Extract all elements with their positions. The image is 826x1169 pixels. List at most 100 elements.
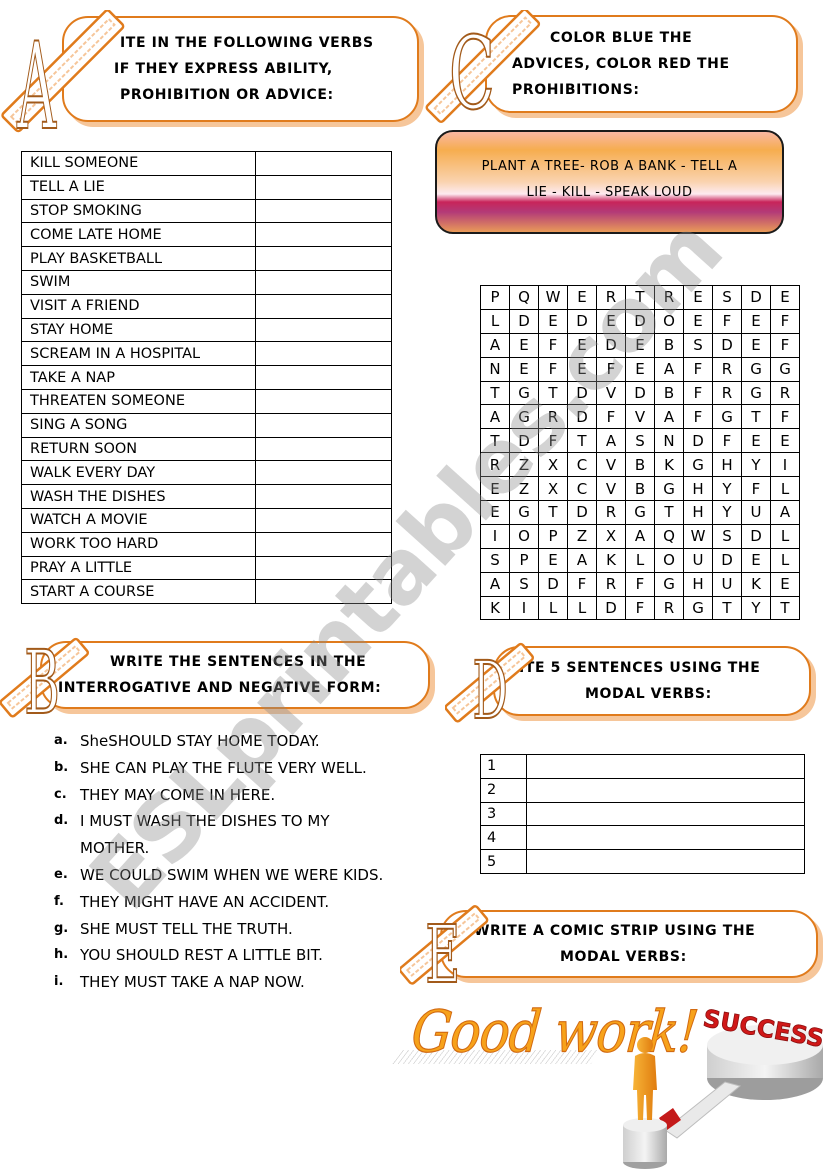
word-search-cell[interactable]: B (625, 476, 655, 502)
word-search-cell[interactable]: A (654, 356, 684, 382)
word-search-cell[interactable]: R (712, 356, 742, 382)
word-search-cell[interactable]: D (712, 547, 742, 573)
word-search-cell[interactable]: U (741, 500, 771, 525)
word-search-cell[interactable]: U (712, 571, 742, 597)
word-search-cell[interactable]: D (596, 595, 626, 621)
word-search-cell[interactable]: G (712, 404, 742, 430)
word-search-cell[interactable]: F (625, 571, 655, 597)
word-search-cell[interactable]: F (567, 571, 597, 597)
word-search-cell[interactable]: G (509, 500, 539, 525)
word-search-cell[interactable]: V (596, 380, 626, 406)
word-search-cell[interactable]: E (741, 308, 771, 334)
word-search-cell[interactable]: R (596, 500, 626, 525)
answer-cell[interactable] (254, 341, 393, 367)
word-search-cell[interactable]: E (741, 428, 771, 454)
word-search-cell[interactable]: G (625, 500, 655, 525)
word-search-cell[interactable]: U (683, 547, 713, 573)
word-search-cell[interactable]: T (654, 500, 684, 525)
word-search-cell[interactable]: Z (509, 452, 539, 478)
word-search-cell[interactable]: Y (741, 595, 771, 621)
word-search-cell[interactable]: D (567, 308, 597, 334)
word-search-cell[interactable]: D (567, 500, 597, 525)
word-search-cell[interactable]: L (770, 476, 800, 502)
answer-cell[interactable] (254, 555, 393, 581)
word-search-cell[interactable]: D (596, 332, 626, 358)
sentence-answer-cell[interactable] (526, 777, 805, 803)
word-search-cell[interactable]: E (683, 285, 713, 310)
word-search-cell[interactable]: F (770, 404, 800, 430)
word-search-cell[interactable]: T (770, 595, 800, 621)
word-search-cell[interactable]: E (770, 571, 800, 597)
word-search-cell[interactable]: E (567, 332, 597, 358)
word-search-cell[interactable]: A (596, 428, 626, 454)
word-search-cell[interactable]: S (625, 428, 655, 454)
word-search-cell[interactable]: A (480, 332, 510, 358)
word-search-cell[interactable]: E (770, 285, 800, 310)
word-search-cell[interactable]: T (625, 285, 655, 310)
word-search-cell[interactable]: W (538, 285, 568, 310)
word-search-cell[interactable]: T (741, 404, 771, 430)
sentence-answer-cell[interactable] (526, 825, 805, 851)
sentence-answer-cell[interactable] (526, 801, 805, 827)
word-search-cell[interactable]: B (625, 452, 655, 478)
answer-cell[interactable] (254, 151, 393, 176)
word-search-cell[interactable]: W (683, 523, 713, 549)
word-search-cell[interactable]: A (567, 547, 597, 573)
word-search-cell[interactable]: R (596, 285, 626, 310)
word-search-cell[interactable]: G (509, 404, 539, 430)
word-search-cell[interactable]: R (480, 452, 510, 478)
word-search-cell[interactable]: Z (567, 523, 597, 549)
word-search-cell[interactable]: F (683, 380, 713, 406)
word-search-cell[interactable]: L (625, 547, 655, 573)
word-search-cell[interactable]: D (741, 523, 771, 549)
word-search-cell[interactable]: Y (712, 476, 742, 502)
word-search-cell[interactable]: R (770, 380, 800, 406)
word-search-cell[interactable]: E (596, 308, 626, 334)
word-search-cell[interactable]: G (683, 595, 713, 621)
word-search-cell[interactable]: Z (509, 476, 539, 502)
answer-cell[interactable] (254, 579, 393, 605)
sentence-answer-cell[interactable] (526, 754, 805, 779)
word-search-cell[interactable]: R (654, 285, 684, 310)
answer-cell[interactable] (254, 460, 393, 486)
word-search-cell[interactable]: H (683, 571, 713, 597)
word-search-cell[interactable]: S (480, 547, 510, 573)
word-search-cell[interactable]: D (509, 308, 539, 334)
word-search-cell[interactable]: G (770, 356, 800, 382)
word-search-cell[interactable]: B (654, 380, 684, 406)
word-search-cell[interactable]: R (712, 380, 742, 406)
answer-cell[interactable] (254, 174, 393, 200)
word-search-cell[interactable]: E (683, 308, 713, 334)
word-search-cell[interactable]: D (625, 308, 655, 334)
word-search-cell[interactable]: A (480, 404, 510, 430)
word-search-cell[interactable]: I (770, 452, 800, 478)
answer-cell[interactable] (254, 531, 393, 557)
word-search-cell[interactable]: Y (712, 500, 742, 525)
word-search-cell[interactable]: E (567, 356, 597, 382)
word-search-cell[interactable]: E (509, 356, 539, 382)
word-search-cell[interactable]: F (538, 428, 568, 454)
word-search-cell[interactable]: G (741, 356, 771, 382)
word-search-cell[interactable]: D (625, 380, 655, 406)
word-search-cell[interactable]: N (654, 428, 684, 454)
word-search-cell[interactable]: F (625, 595, 655, 621)
word-search-cell[interactable]: T (480, 380, 510, 406)
answer-cell[interactable] (254, 507, 393, 533)
answer-cell[interactable] (254, 198, 393, 224)
word-search-cell[interactable]: R (654, 595, 684, 621)
word-search-cell[interactable]: G (683, 452, 713, 478)
word-search-cell[interactable]: Q (654, 523, 684, 549)
word-search-cell[interactable]: F (683, 356, 713, 382)
word-search-cell[interactable]: F (712, 428, 742, 454)
word-search-cell[interactable]: L (538, 595, 568, 621)
word-search-cell[interactable]: D (712, 332, 742, 358)
word-search-cell[interactable]: A (654, 404, 684, 430)
word-search-cell[interactable]: P (538, 523, 568, 549)
word-search-cell[interactable]: D (509, 428, 539, 454)
word-search-cell[interactable]: L (770, 523, 800, 549)
word-search-cell[interactable]: G (654, 476, 684, 502)
answer-cell[interactable] (254, 412, 393, 438)
word-search-cell[interactable]: C (567, 452, 597, 478)
word-search-cell[interactable]: R (538, 404, 568, 430)
word-search-cell[interactable]: T (567, 428, 597, 454)
